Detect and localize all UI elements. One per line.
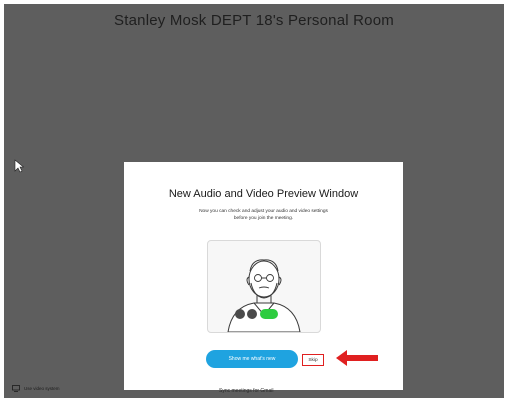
camera-toggle-icon[interactable]: [247, 309, 257, 319]
mouse-cursor-icon: [14, 159, 24, 173]
room-title: Stanley Mosk DEPT 18's Personal Room: [114, 12, 394, 29]
preview-illustration: [207, 240, 321, 333]
preview-controls: [235, 309, 278, 319]
meeting-lobby-background: Stanley Mosk DEPT 18's Personal Room New…: [4, 4, 504, 398]
use-video-system-label: Use video system: [24, 386, 60, 391]
video-system-icon: [12, 385, 20, 392]
join-toggle-icon[interactable]: [260, 309, 278, 319]
show-me-whats-new-button[interactable]: Show me what's new: [206, 350, 298, 368]
dialog-description-line: before you join the meeting.: [233, 216, 294, 221]
dialog-description: Now you can check and adjust your audio …: [164, 208, 363, 222]
bottom-bar: Use video system Sync meetings for Gmail: [4, 374, 504, 398]
bottom-center-text: Sync meetings for Gmail: [219, 388, 274, 394]
skip-button[interactable]: Skip: [302, 354, 324, 366]
microphone-toggle-icon[interactable]: [235, 309, 245, 319]
dialog-title: New Audio and Video Preview Window: [168, 188, 359, 200]
dialog-description-line: Now you can check and adjust your audio …: [199, 209, 328, 214]
red-arrow-annotation-icon: [336, 350, 378, 366]
use-video-system-link[interactable]: Use video system: [12, 385, 60, 392]
